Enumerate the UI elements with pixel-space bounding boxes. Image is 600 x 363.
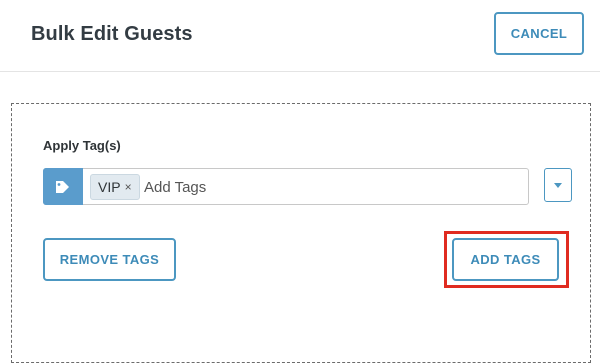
remove-tags-button[interactable]: REMOVE TAGS: [43, 238, 176, 281]
cancel-button[interactable]: CANCEL: [494, 12, 584, 55]
tag-chip-vip: VIP ×: [90, 174, 140, 200]
tag-input-field[interactable]: VIP ×: [43, 168, 529, 205]
add-tags-input[interactable]: [144, 170, 514, 204]
remove-tag-icon[interactable]: ×: [125, 180, 132, 194]
modal-header: Bulk Edit Guests CANCEL: [0, 0, 600, 72]
apply-tags-label: Apply Tag(s): [43, 138, 121, 153]
tag-icon: [43, 168, 83, 205]
caret-down-icon: [554, 182, 562, 188]
page-title: Bulk Edit Guests: [31, 23, 193, 45]
tags-dropdown-button[interactable]: [544, 168, 572, 202]
highlight-box: [444, 231, 569, 288]
tag-chip-label: VIP: [98, 179, 121, 195]
